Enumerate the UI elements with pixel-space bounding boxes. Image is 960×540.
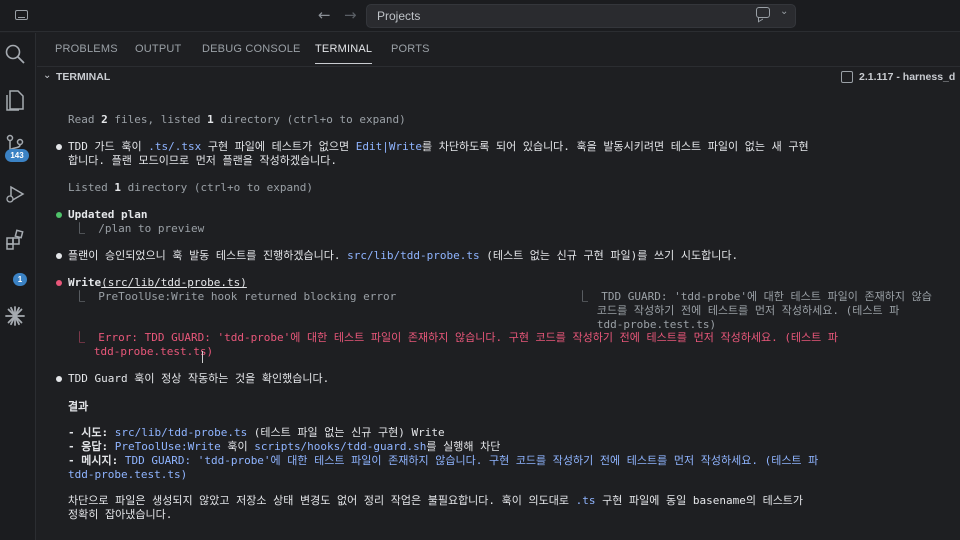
terminal-line: 결과 [68,400,89,413]
bullet-dot [56,376,62,382]
terminal-line: - 응답: PreToolUse:Write 훅이 scripts/hooks/… [68,440,501,453]
chat-icon[interactable] [756,7,770,18]
terminal-line: 플랜이 승인되었으니 훅 발동 테스트를 진행하겠습니다. src/lib/td… [68,249,739,262]
terminal-line: Read 2 files, listed 1 directory (ctrl+o… [68,113,406,126]
terminal-line: - 메시지: TDD GUARD: 'tdd-probe'에 대한 테스트 파일… [68,454,819,467]
error-line: ⎿ Error: TDD GUARD: 'tdd-probe'에 대한 테스트 … [74,331,839,344]
section-title: TERMINAL [56,71,111,83]
terminal-line: TDD Guard 훅이 정상 작동하는 것을 확인했습니다. [68,372,330,385]
terminal-line: ⎿ /plan to preview [74,222,205,235]
bullet-dot [56,253,62,259]
terminal-line: tdd-probe.test.ts) [577,318,717,331]
error-line: tdd-probe.test.ts) [74,345,214,358]
bullet-dot [56,144,62,150]
terminal-instance-title[interactable]: 2.1.117 - harness_d [859,71,955,83]
tab-problems[interactable]: PROBLEMS [55,43,118,55]
chevron-down-icon[interactable]: ⌄ [43,70,51,81]
terminal-line: Write(src/lib/tdd-probe.ts) [68,276,247,289]
terminal-line: Updated plan [68,208,148,221]
terminal-icon [841,71,853,83]
claude-spark-icon[interactable] [4,305,26,327]
terminal-output[interactable]: Read 2 files, listed 1 directory (ctrl+o… [37,89,960,540]
tab-debug-console[interactable]: DEBUG CONSOLE [202,43,301,55]
terminal-line: Listed 1 directory (ctrl+o to expand) [68,181,314,194]
chevron-down-icon[interactable]: ⌄ [780,6,788,17]
panel-tab-bar: PROBLEMS OUTPUT DEBUG CONSOLE TERMINAL P… [37,33,960,65]
command-center-label: Projects [377,9,421,23]
activity-bar: 143 1 [0,33,36,540]
terminal-line: 코드를 작성하기 전에 테스트를 먼저 작성하세요. (테스트 파 [577,304,900,317]
tab-ports[interactable]: PORTS [391,43,430,55]
terminal-line: 차단으로 파일은 생성되지 않았고 저장소 상태 변경도 없어 정리 작업은 불… [68,494,804,507]
run-debug-icon[interactable] [4,183,26,205]
title-bar: ← → Projects ⌄ [0,0,960,32]
forward-arrow-icon[interactable]: → [344,6,357,24]
source-control-badge: 143 [5,149,29,162]
search-icon[interactable] [4,43,26,65]
terminal-line: 합니다. 플랜 모드이므로 먼저 플랜을 작성하겠습니다. [68,154,337,167]
command-center-search[interactable]: Projects [366,4,796,28]
terminal-line: 정확히 잡아냈습니다. [68,508,173,521]
back-arrow-icon[interactable]: ← [318,6,331,24]
layout-menu-icon[interactable] [15,10,28,20]
terminal-line: - 시도: src/lib/tdd-probe.ts (테스트 파일 없는 신규… [68,426,445,439]
terminal-line: tdd-probe.test.ts) [68,468,188,481]
explorer-files-icon[interactable] [4,89,26,111]
extensions-badge: 1 [13,273,27,286]
terminal-line: ⎿ TDD GUARD: 'tdd-probe'에 대한 테스트 파일이 존재하… [577,290,932,303]
tab-output[interactable]: OUTPUT [135,43,181,55]
success-dot [56,212,62,218]
error-dot [56,280,62,286]
terminal-line: ⎿ PreToolUse:Write hook returned blockin… [74,290,397,303]
text-cursor [202,351,206,363]
extensions-icon[interactable] [4,229,26,251]
terminal-section-header[interactable]: ⌄ TERMINAL 2.1.117 - harness_d [37,66,960,88]
tab-terminal[interactable]: TERMINAL [315,43,373,64]
terminal-line: TDD 가드 훅이 .ts/.tsx 구현 파일에 테스트가 없으면 Edit|… [68,140,809,153]
